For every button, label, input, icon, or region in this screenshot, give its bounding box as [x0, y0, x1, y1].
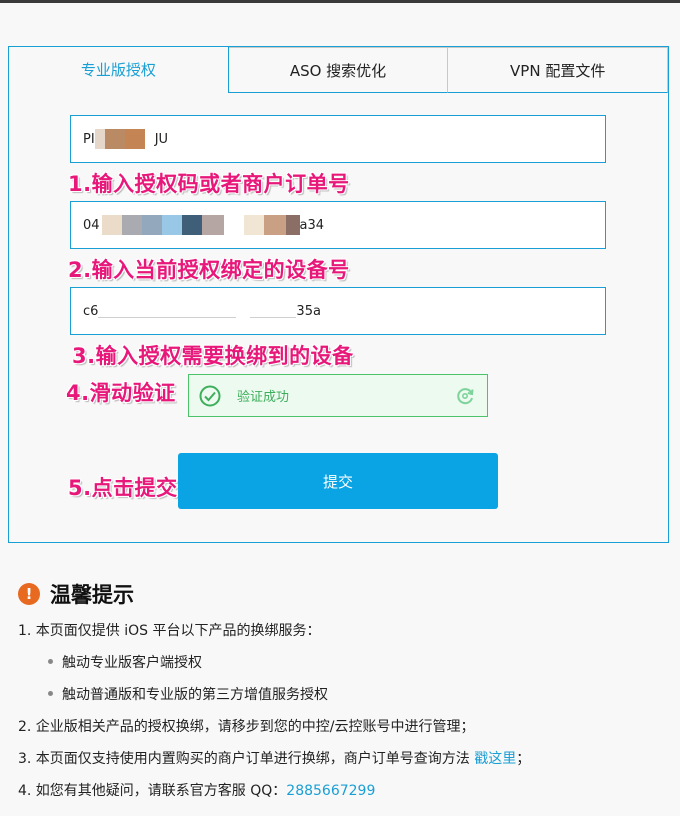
current-device-input[interactable]: 04 a34 [70, 201, 606, 249]
tip-line-1a: 触动专业版客户端授权 [48, 652, 202, 672]
tip-line-4: 4. 如您有其他疑问，请联系官方客服 QQ：2885667299 [18, 780, 375, 800]
tab-pro-license[interactable]: 专业版授权 [9, 47, 229, 93]
auth-code-input[interactable]: PI JU [70, 115, 606, 163]
step-1-hint: 1.输入授权码或者商户订单号 [68, 172, 350, 196]
slider-captcha[interactable]: 验证成功 [188, 374, 488, 417]
bullet-dot [48, 658, 53, 664]
step-4-hint: 4.滑动验证 [66, 381, 176, 405]
tip-line-4-text: 4. 如您有其他疑问，请联系官方客服 QQ： [18, 783, 287, 799]
tip-line-1b-text: 触动普通版和专业版的第三方增值服务授权 [62, 687, 328, 703]
tip-line-2: 2. 企业版相关产品的授权换绑，请移步到您的中控/云控账号中进行管理； [18, 719, 475, 735]
refresh-icon[interactable] [455, 386, 475, 406]
order-lookup-link[interactable]: 戳这里 [474, 751, 516, 767]
new-device-prefix: c6 [83, 303, 99, 319]
support-qq-link[interactable]: 2885667299 [286, 783, 375, 799]
new-device-input[interactable]: c6 35a [70, 287, 606, 335]
tips-title: 温馨提示 [50, 583, 134, 607]
tip-line-3-end: ； [516, 751, 531, 767]
auth-code-suffix: JU [154, 131, 169, 147]
auth-code-prefix: PI [83, 131, 95, 147]
form-panel: 专业版授权 ASO 搜索优化 VPN 配置文件 PI JU 1.输入授权码或者商… [8, 46, 669, 543]
tip-line-1a-text: 触动专业版客户端授权 [62, 655, 202, 671]
tab-aso-optimization[interactable]: ASO 搜索优化 [228, 47, 448, 93]
captcha-status: 验证成功 [237, 390, 290, 405]
step-5-hint: 5.点击提交 [68, 476, 178, 500]
step-3-hint: 3.输入授权需要换绑到的设备 [72, 344, 354, 368]
check-circle-icon [199, 385, 221, 406]
tip-line-1: 1. 本页面仅提供 iOS 平台以下产品的换绑服务： [18, 623, 321, 639]
current-device-prefix: 04 [83, 217, 100, 233]
current-device-suffix: a34 [299, 217, 325, 233]
tab-vpn-config[interactable]: VPN 配置文件 [447, 47, 669, 93]
step-2-hint: 2.输入当前授权绑定的设备号 [68, 258, 350, 282]
tip-line-3: 3. 本页面仅支持使用内置购买的商户订单进行换绑，商户订单号查询方法 戳这里； [18, 748, 530, 768]
submit-button[interactable]: 提交 [178, 453, 498, 509]
tab-bar: 专业版授权 ASO 搜索优化 VPN 配置文件 [9, 47, 669, 93]
tip-line-3-text: 3. 本页面仅支持使用内置购买的商户订单进行换绑，商户订单号查询方法 [18, 751, 475, 767]
warning-icon: ! [18, 583, 40, 605]
window-top-bar [0, 0, 680, 3]
bullet-dot [48, 690, 53, 696]
tip-line-1b: 触动普通版和专业版的第三方增值服务授权 [48, 684, 328, 704]
tips-section: ! 温馨提示 1. 本页面仅提供 iOS 平台以下产品的换绑服务： 触动专业版客… [18, 580, 668, 799]
new-device-suffix: 35a [296, 303, 321, 319]
